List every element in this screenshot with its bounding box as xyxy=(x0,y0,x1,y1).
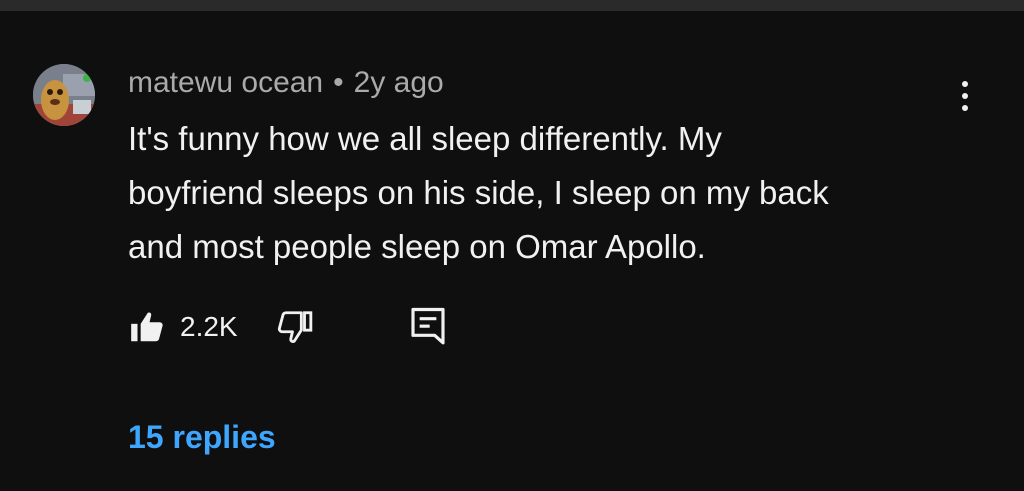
author-name[interactable]: matewu ocean xyxy=(128,66,323,99)
like-button[interactable] xyxy=(128,308,166,346)
comment-timestamp[interactable]: 2y ago xyxy=(354,66,444,99)
avatar[interactable] xyxy=(33,64,95,126)
more-options-button[interactable] xyxy=(950,76,980,116)
comment-text-line: It's funny how we all sleep differently.… xyxy=(128,120,722,157)
comment-actions: 2.2K xyxy=(128,304,468,350)
three-dots-vertical-icon xyxy=(962,81,968,87)
three-dots-vertical-icon xyxy=(962,105,968,111)
three-dots-vertical-icon xyxy=(962,93,968,99)
view-replies-link[interactable]: 15 replies xyxy=(128,416,276,458)
dislike-button[interactable] xyxy=(276,308,314,346)
comment-header: matewu ocean • 2y ago xyxy=(128,64,444,102)
comment-reply-icon xyxy=(411,307,445,345)
avatar-image xyxy=(33,64,95,126)
comment-text: It's funny how we all sleep differently.… xyxy=(128,112,968,274)
thumbs-down-outline-icon xyxy=(277,311,313,343)
comment-text-line: boyfriend sleeps on his side, I sleep on… xyxy=(128,174,829,211)
top-divider-bar xyxy=(0,0,1024,11)
thumbs-up-filled-icon xyxy=(131,312,163,342)
separator-dot: • xyxy=(333,66,344,99)
reply-button[interactable] xyxy=(408,306,448,348)
comment-text-line: and most people sleep on Omar Apollo. xyxy=(128,228,706,265)
like-count: 2.2K xyxy=(180,311,238,342)
